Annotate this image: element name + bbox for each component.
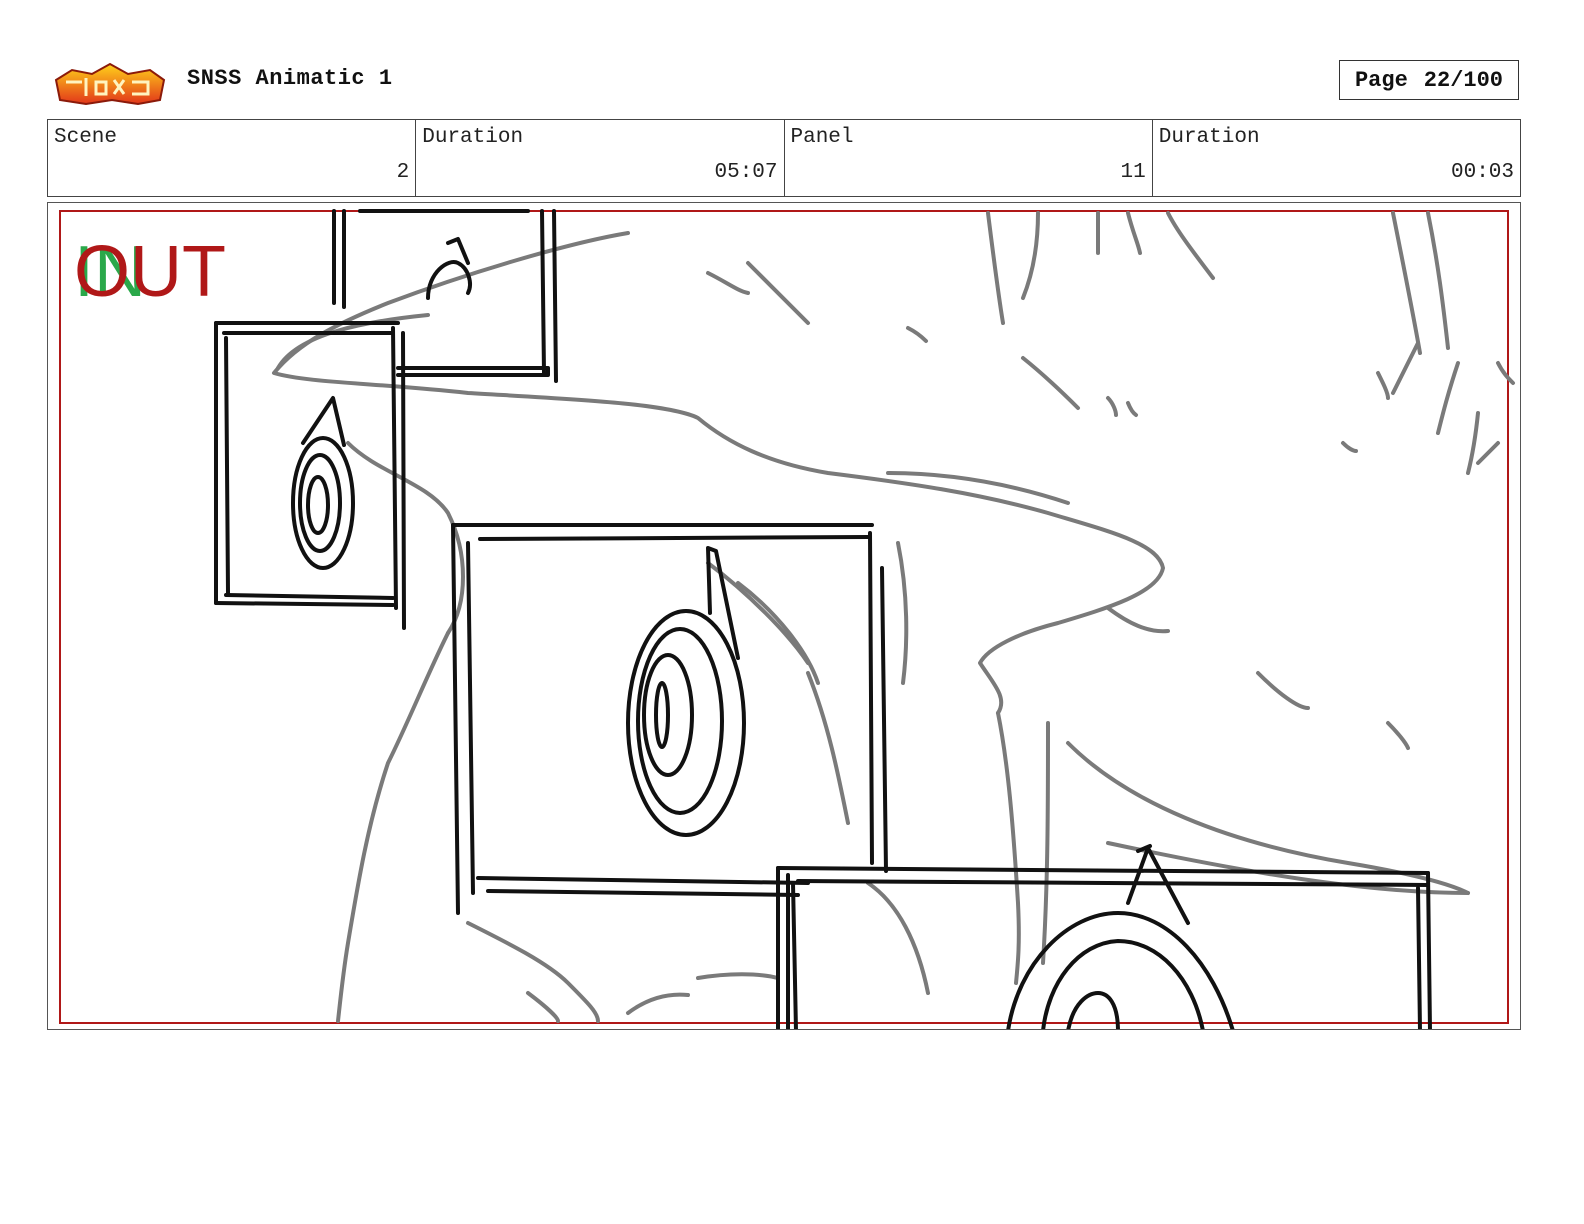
panel-duration-label: Duration [1158,126,1260,149]
background-sketch [272,211,1515,1023]
panel-sketch [59,209,1515,1029]
scene-duration-label: Duration [422,126,524,149]
foreground-sketch [214,209,1432,1029]
panel-duration-cell: Duration 00:03 [1153,120,1520,196]
scene-cell: Scene 2 [48,120,417,196]
show-logo [54,62,166,106]
panel-value: 11 [1120,161,1146,184]
page-label: Page [1354,67,1408,93]
storyboard-panel [47,202,1521,1030]
panel-label: Panel [790,126,854,149]
panel-info-table: Scene 2 Duration 05:07 Panel 11 Duration… [47,119,1521,197]
panel-duration-value: 00:03 [1450,161,1514,184]
document-title: SNSS Animatic 1 [187,66,393,91]
panel-cell: Panel 11 [785,120,1153,196]
out-marker: OUT [74,232,226,312]
scene-value: 2 [396,161,410,184]
scene-duration-cell: Duration 05:07 [416,120,785,196]
scene-duration-value: 05:07 [714,161,778,184]
scene-label: Scene [54,126,118,149]
page-number: 22/100 [1423,67,1504,93]
page-indicator: Page 22/100 [1339,60,1519,100]
in-out-markers: IN OUT [74,232,244,312]
